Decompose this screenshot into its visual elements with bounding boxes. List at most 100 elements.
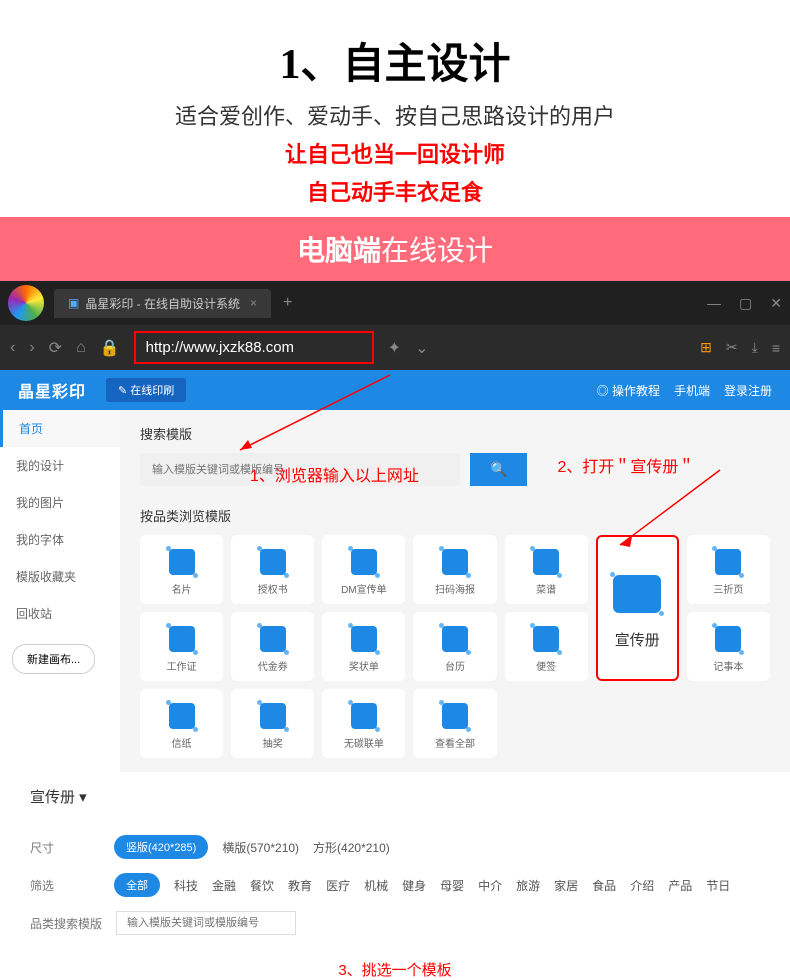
cat-item[interactable]: 扫码海报 — [413, 535, 496, 604]
mobile-link[interactable]: 手机端 — [674, 382, 710, 399]
category-section-title: 按品类浏览模版 — [140, 506, 770, 525]
new-tab-button[interactable]: + — [283, 294, 292, 312]
scene-option-active[interactable]: 全部 — [114, 873, 160, 897]
reload-icon[interactable]: ⟳ — [49, 338, 62, 358]
login-link[interactable]: 登录注册 — [724, 382, 772, 399]
online-print-button[interactable]: ✎ 在线印刷 — [106, 378, 186, 402]
download-icon[interactable]: ⤓ — [752, 339, 758, 356]
home-icon[interactable]: ⌂ — [76, 339, 86, 357]
sidebar-item-home[interactable]: 首页 — [0, 410, 120, 447]
lock-icon: 🔒 — [100, 338, 120, 358]
cat-icon — [442, 703, 468, 729]
sidebar-item-favorites[interactable]: 模版收藏夹 — [0, 558, 120, 595]
banner: 电脑端在线设计 — [0, 217, 790, 281]
sparkle-icon[interactable]: ✦ — [388, 338, 401, 358]
cat-icon — [260, 626, 286, 652]
template-search-label: 品类搜索模版 — [30, 915, 102, 932]
category-grid: 名片 授权书 DM宣传单 扫码海报 菜谱 宣传册 三折页 工作证 代金券 奖状单… — [140, 535, 770, 758]
scene-option[interactable]: 医疗 — [326, 877, 350, 894]
scene-option[interactable]: 中介 — [478, 877, 502, 894]
scissors-icon[interactable]: ✂ — [726, 339, 738, 356]
chevron-down-icon[interactable]: ⌄ — [415, 338, 428, 358]
cat-item[interactable]: 无碳联单 — [322, 689, 405, 758]
scene-option[interactable]: 节日 — [706, 877, 730, 894]
scene-option[interactable]: 健身 — [402, 877, 426, 894]
cat-icon — [169, 549, 195, 575]
scene-option[interactable]: 旅游 — [516, 877, 540, 894]
cat-item[interactable]: 三折页 — [687, 535, 770, 604]
scene-option[interactable]: 教育 — [288, 877, 312, 894]
scene-option[interactable]: 金融 — [212, 877, 236, 894]
url-input[interactable]: http://www.jxzk88.com — [134, 331, 374, 364]
template-search-input[interactable] — [140, 453, 460, 486]
cat-icon — [351, 703, 377, 729]
app-logo[interactable]: 晶星彩印 — [18, 378, 86, 402]
search-button[interactable]: 🔍 — [470, 453, 527, 486]
cat-icon — [260, 703, 286, 729]
size-option[interactable]: 方形(420*210) — [313, 839, 390, 856]
sidebar-item-my-fonts[interactable]: 我的字体 — [0, 521, 120, 558]
sidebar-item-trash[interactable]: 回收站 — [0, 595, 120, 632]
browser-window: ▣ 晶星彩印 - 在线自助设计系统 × + — ▢ ✕ ‹ › ⟳ ⌂ 🔒 ht… — [0, 281, 790, 370]
red-slogan-1: 让自己也当一回设计师 — [20, 137, 770, 169]
cat-icon — [169, 626, 195, 652]
scene-option[interactable]: 产品 — [668, 877, 692, 894]
annotation-3: 3、挑选一个模板 — [0, 959, 790, 980]
menu-icon[interactable]: ≡ — [772, 340, 780, 356]
red-slogan-2: 自己动手丰衣足食 — [20, 175, 770, 207]
search-section-title: 搜索模版 — [140, 424, 770, 443]
size-option-active[interactable]: 竖版(420*285) — [114, 835, 208, 859]
scene-option[interactable]: 母婴 — [440, 877, 464, 894]
cat-icon — [533, 626, 559, 652]
cat-item[interactable]: 代金券 — [231, 612, 314, 681]
close-window-icon[interactable]: ✕ — [770, 295, 782, 312]
cat-item[interactable]: DM宣传单 — [322, 535, 405, 604]
sidebar: 首页 我的设计 我的图片 我的字体 模版收藏夹 回收站 新建画布... — [0, 410, 120, 772]
new-canvas-button[interactable]: 新建画布... — [12, 644, 95, 674]
tutorial-link[interactable]: ◎ 操作教程 — [597, 382, 660, 399]
cat-icon — [715, 549, 741, 575]
cat-item[interactable]: 授权书 — [231, 535, 314, 604]
cat-icon — [533, 549, 559, 575]
cat-item[interactable]: 记事本 — [687, 612, 770, 681]
cat-item[interactable]: 菜谱 — [505, 535, 588, 604]
cat-item[interactable]: 台历 — [413, 612, 496, 681]
annotation-2: 2、打开＂宣传册＂ — [557, 453, 694, 486]
main-title: 1、自主设计 — [20, 30, 770, 91]
cat-icon — [169, 703, 195, 729]
cat-icon — [351, 549, 377, 575]
cat-item[interactable]: 信纸 — [140, 689, 223, 758]
scene-option[interactable]: 餐饮 — [250, 877, 274, 894]
size-filter-label: 尺寸 — [30, 839, 100, 856]
app-header: 晶星彩印 ✎ 在线印刷 ◎ 操作教程 手机端 登录注册 — [0, 370, 790, 410]
scene-filter-label: 筛选 — [30, 877, 100, 894]
scene-option[interactable]: 介绍 — [630, 877, 654, 894]
tab-close-icon[interactable]: × — [250, 296, 257, 310]
cat-item[interactable]: 工作证 — [140, 612, 223, 681]
cat-item-view-all[interactable]: 查看全部 — [413, 689, 496, 758]
sidebar-item-my-designs[interactable]: 我的设计 — [0, 447, 120, 484]
scene-option[interactable]: 食品 — [592, 877, 616, 894]
brochure-icon — [613, 575, 661, 613]
scene-option[interactable]: 科技 — [174, 877, 198, 894]
cat-icon — [715, 626, 741, 652]
forward-icon[interactable]: › — [29, 339, 34, 357]
cat-item-brochure-featured[interactable]: 宣传册 — [596, 535, 679, 681]
sidebar-item-my-images[interactable]: 我的图片 — [0, 484, 120, 521]
template-filter-input[interactable] — [116, 911, 296, 935]
tab-title: 晶星彩印 - 在线自助设计系统 — [85, 295, 240, 312]
back-icon[interactable]: ‹ — [10, 339, 15, 357]
cat-item[interactable]: 名片 — [140, 535, 223, 604]
size-option[interactable]: 横版(570*210) — [222, 839, 299, 856]
cat-item[interactable]: 抽奖 — [231, 689, 314, 758]
cat-item[interactable]: 奖状单 — [322, 612, 405, 681]
apps-grid-icon[interactable]: ⊞ — [700, 339, 712, 356]
minimize-icon[interactable]: — — [707, 295, 721, 312]
cat-icon — [260, 549, 286, 575]
scene-option[interactable]: 家居 — [554, 877, 578, 894]
maximize-icon[interactable]: ▢ — [739, 295, 752, 312]
scene-option[interactable]: 机械 — [364, 877, 388, 894]
cat-item[interactable]: 便签 — [505, 612, 588, 681]
browser-tab[interactable]: ▣ 晶星彩印 - 在线自助设计系统 × — [54, 289, 271, 318]
breadcrumb[interactable]: 宣传册 ▾ — [0, 772, 790, 821]
